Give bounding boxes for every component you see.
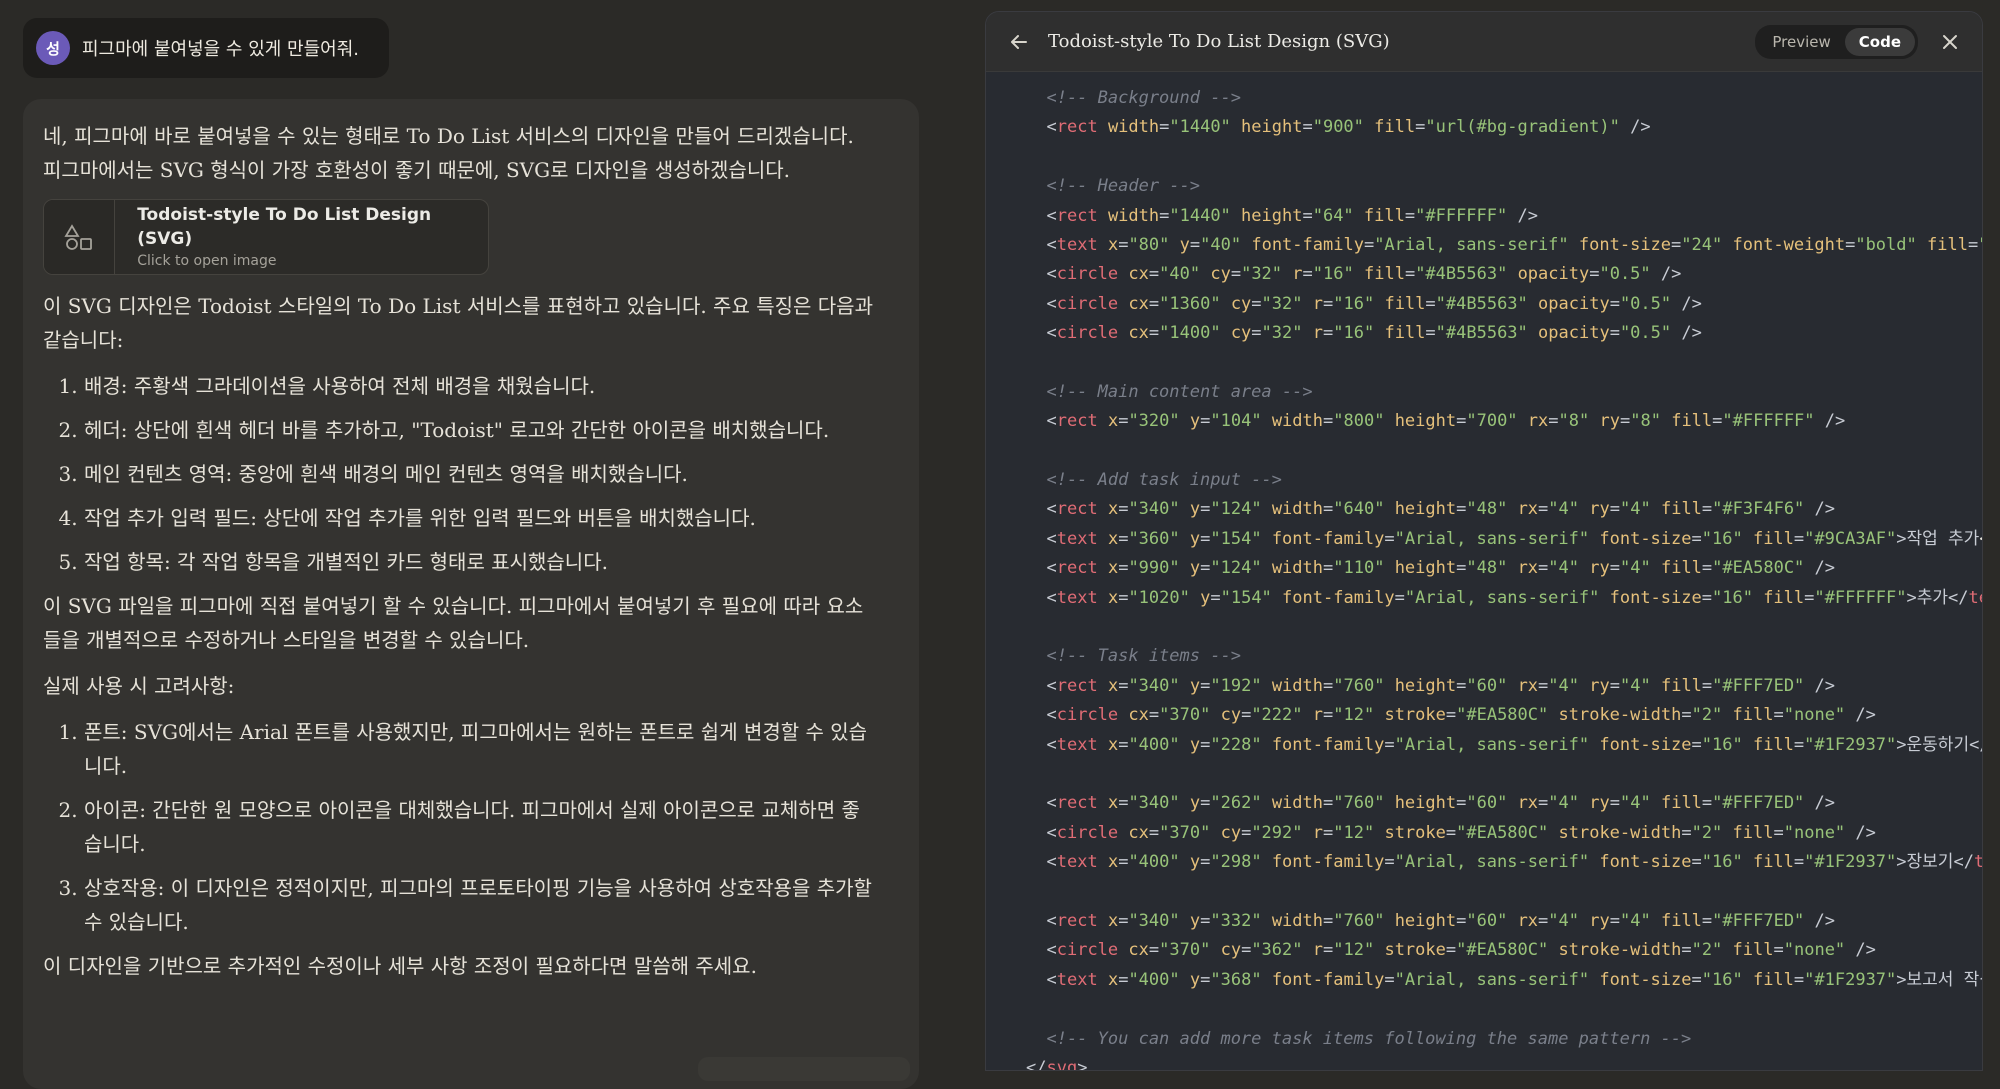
code-line: <circle cx="40" cy="32" r="16" fill="#4B… <box>1046 264 1682 285</box>
features-intro: 이 SVG 디자인은 Todoist 스타일의 To Do List 서비스를 … <box>43 294 873 352</box>
code-line: <rect x="340" y="192" width="760" height… <box>1046 675 1836 696</box>
list-item: 배경: 주황색 그라데이션을 사용하여 전체 배경을 채웠습니다. <box>84 369 873 403</box>
chat-pane: 성 피그마에 붙여넣을 수 있게 만들어줘. 네, 피그마에 바로 붙여넣을 수… <box>0 0 985 1089</box>
code-line: <!-- Background --> <box>1026 88 1241 108</box>
close-icon[interactable] <box>1936 28 1964 56</box>
artifact-title: Todoist-style To Do List Design (SVG) <box>137 205 432 249</box>
list-item: 상호작용: 이 디자인은 정적이지만, 피그마의 프로토타이핑 기능을 사용하여… <box>84 871 873 939</box>
code-line: <text x="400" y="298" font-family="Arial… <box>1046 852 1982 873</box>
considerations-list: 폰트: SVG에서는 Arial 폰트를 사용했지만, 피그마에서는 원하는 폰… <box>43 715 873 939</box>
paste-note: 이 SVG 파일을 피그마에 직접 붙여넣기 할 수 있습니다. 피그마에서 붙… <box>43 594 864 652</box>
list-item: 헤더: 상단에 흰색 헤더 바를 추가하고, "Todoist" 로고와 간단한… <box>84 413 873 447</box>
code-line: <rect width="1440" height="900" fill="ur… <box>1046 117 1651 138</box>
view-toggle[interactable]: Preview Code <box>1755 24 1918 59</box>
list-item: 메인 컨텐츠 영역: 중앙에 흰색 배경의 메인 컨텐츠 영역을 배치했습니다. <box>84 457 873 491</box>
code-line: <!-- Add task input --> <box>1026 470 1282 491</box>
list-item: 폰트: SVG에서는 Arial 폰트를 사용했지만, 피그마에서는 원하는 폰… <box>84 715 873 783</box>
code-line: <circle cx="370" cy="362" r="12" stroke=… <box>1046 940 1876 961</box>
code-line: <rect x="320" y="104" width="800" height… <box>1046 411 1846 432</box>
tab-preview[interactable]: Preview <box>1758 28 1844 56</box>
code-line: <text x="400" y="368" font-family="Arial… <box>1046 969 1982 990</box>
considerations-intro: 실제 사용 시 고려사항: <box>43 674 235 698</box>
code-line: <text x="80" y="40" font-family="Arial, … <box>1046 234 1982 255</box>
shapes-icon <box>44 200 116 274</box>
list-item: 작업 추가 입력 필드: 상단에 작업 추가를 위한 입력 필드와 버튼을 배치… <box>84 501 873 535</box>
code-line: <circle cx="370" cy="222" r="12" stroke=… <box>1046 705 1876 726</box>
code-line: <rect x="990" y="124" width="110" height… <box>1046 558 1836 579</box>
artifact-panel: Todoist-style To Do List Design (SVG) Pr… <box>985 11 1983 1071</box>
code-line: <rect x="340" y="124" width="640" height… <box>1046 499 1836 520</box>
code-line: <text x="360" y="154" font-family="Arial… <box>1046 528 1982 549</box>
back-arrow-icon[interactable] <box>1004 27 1034 57</box>
code-line: <!-- Main content area --> <box>1026 381 1313 402</box>
code-line: <circle cx="1360" cy="32" r="16" fill="#… <box>1046 293 1702 314</box>
code-line: <rect x="340" y="332" width="760" height… <box>1046 910 1836 931</box>
features-list: 배경: 주황색 그라데이션을 사용하여 전체 배경을 채웠습니다. 헤더: 상단… <box>43 369 873 579</box>
code-line: <!-- You can add more task items followi… <box>1026 1028 1692 1049</box>
code-line: <rect width="1440" height="64" fill="#FF… <box>1046 205 1538 226</box>
code-line: <!-- Header --> <box>1026 176 1200 197</box>
code-line: <!-- Task items --> <box>1026 646 1241 667</box>
list-item: 아이콘: 간단한 원 모양으로 아이콘을 대체했습니다. 피그마에서 실제 아이… <box>84 793 873 861</box>
user-avatar[interactable]: 성 <box>36 31 70 65</box>
artifact-header: Todoist-style To Do List Design (SVG) Pr… <box>986 12 1982 72</box>
message-actions-bar[interactable] <box>698 1057 910 1081</box>
code-line: <circle cx="370" cy="292" r="12" stroke=… <box>1046 822 1876 843</box>
artifact-subtitle: Click to open image <box>137 253 277 269</box>
closing-text: 이 디자인을 기반으로 추가적인 수정이나 세부 사항 조정이 필요하다면 말씀… <box>43 954 757 978</box>
user-message-text: 피그마에 붙여넣을 수 있게 만들어줘. <box>82 39 360 60</box>
code-line: <text x="1020" y="154" font-family="Aria… <box>1046 587 1982 608</box>
artifact-panel-title: Todoist-style To Do List Design (SVG) <box>1048 31 1390 52</box>
code-line: <circle cx="1400" cy="32" r="16" fill="#… <box>1046 323 1702 344</box>
tab-code[interactable]: Code <box>1844 27 1915 56</box>
code-viewer[interactable]: <!-- Background --> <rect width="1440" h… <box>986 72 1982 1070</box>
assistant-message: 네, 피그마에 바로 붙여넣을 수 있는 형태로 To Do List 서비스의… <box>23 99 919 1089</box>
assistant-intro: 네, 피그마에 바로 붙여넣을 수 있는 형태로 To Do List 서비스의… <box>43 124 854 182</box>
user-message: 성 피그마에 붙여넣을 수 있게 만들어줘. <box>23 18 390 78</box>
artifact-card[interactable]: Todoist-style To Do List Design (SVG) Cl… <box>43 199 489 275</box>
list-item: 작업 항목: 각 작업 항목을 개별적인 카드 형태로 표시했습니다. <box>84 545 873 579</box>
code-line: <text x="400" y="228" font-family="Arial… <box>1046 734 1982 755</box>
code-line: <rect x="340" y="262" width="760" height… <box>1046 793 1836 814</box>
